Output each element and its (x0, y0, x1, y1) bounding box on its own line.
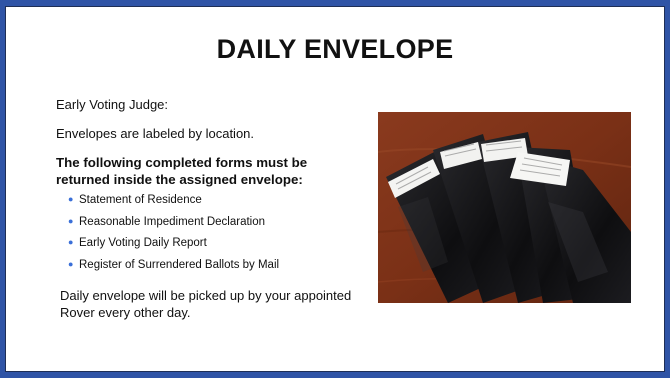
form-name: Reasonable Impediment Declaration (79, 215, 266, 228)
list-item: ● Early Voting Daily Report (68, 235, 279, 257)
forms-list: ● Statement of Residence ● Reasonable Impe… (68, 192, 279, 278)
bullet-icon: ● (68, 237, 74, 247)
pickup-note: Daily envelope will be picked up by your… (60, 288, 352, 320)
slide: DAILY ENVELOPE Early Voting Judge: Envel… (5, 6, 665, 372)
bullet-icon: ● (68, 194, 74, 204)
bullet-icon: ● (68, 215, 74, 226)
form-name: Register of Surrendered Ballots by Mail (79, 258, 280, 271)
envelopes-photo (378, 112, 631, 303)
form-name: Early Voting Daily Report (79, 237, 207, 249)
form-name: Statement of Residence (79, 194, 202, 206)
list-item: ● Register of Surrendered Ballots by Mail (68, 257, 279, 279)
labeled-line: Envelopes are labeled by location. (56, 126, 255, 141)
slide-frame: DAILY ENVELOPE Early Voting Judge: Envel… (0, 0, 670, 378)
list-item: ● Reasonable Impediment Declaration (68, 214, 279, 236)
bullet-icon: ● (68, 258, 74, 269)
list-item: ● Statement of Residence (68, 192, 279, 214)
forms-heading: The following completed forms must be re… (56, 155, 308, 187)
judge-line: Early Voting Judge: (56, 97, 169, 112)
slide-title: DAILY ENVELOPE (216, 34, 454, 64)
